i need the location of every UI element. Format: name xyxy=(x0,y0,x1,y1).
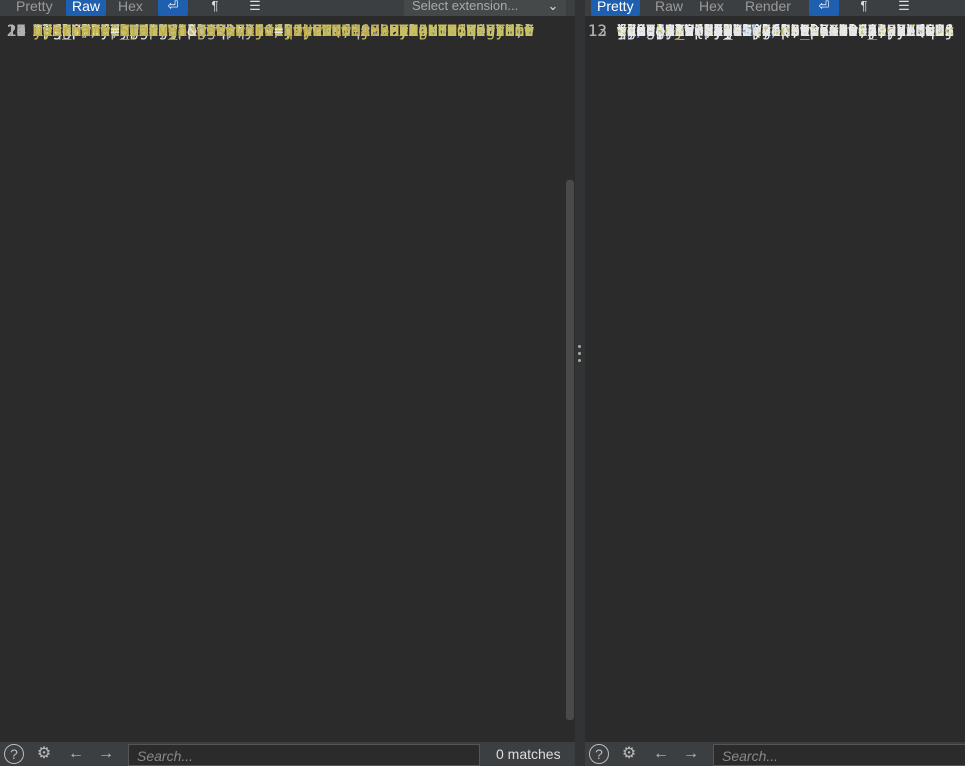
response-editor[interactable]: <span style="color: #007700"> ]&nbsp;==&… xyxy=(585,20,965,722)
response-search-input[interactable]: Search... xyxy=(713,744,965,766)
request-scrollbar[interactable] xyxy=(565,20,575,722)
line-text: username=Starven&password=qwert123456 xyxy=(33,20,389,43)
menu-icon[interactable]: ☰ xyxy=(240,0,270,16)
back-arrow-icon[interactable]: ← xyxy=(66,744,86,764)
help-icon[interactable]: ? xyxy=(589,744,609,764)
tab-raw[interactable]: Raw xyxy=(649,0,689,16)
extension-select[interactable]: Select extension... xyxy=(404,0,540,16)
scrollbar-thumb[interactable] xyxy=(566,180,574,720)
forward-arrow-icon[interactable]: → xyxy=(681,744,701,764)
menu-icon[interactable]: ☰ xyxy=(889,0,919,16)
wrap-lines-icon[interactable]: ⏎ xyxy=(809,0,839,16)
response-bottom-bar: ? ⚙ ← → Search... xyxy=(585,742,965,766)
help-icon[interactable]: ? xyxy=(4,744,24,764)
request-toolbar: Pretty Raw Hex ⏎ ¶ ☰ Select extension...… xyxy=(0,0,575,16)
newline-toggle-icon[interactable]: ¶ xyxy=(200,0,230,16)
back-arrow-icon[interactable]: ← xyxy=(651,744,671,764)
line-number: 26 xyxy=(6,21,26,40)
param-value: Starven xyxy=(119,21,188,40)
wrap-lines-icon[interactable]: ⏎ xyxy=(158,0,188,16)
tab-hex[interactable]: Hex xyxy=(693,0,730,16)
newline-toggle-icon[interactable]: ¶ xyxy=(849,0,879,16)
forward-arrow-icon[interactable]: → xyxy=(96,744,116,764)
request-bottom-bar: ? ⚙ ← → Search... 0 matches xyxy=(0,742,575,766)
chevron-down-icon[interactable]: ⌄ xyxy=(540,0,566,16)
tab-pretty[interactable]: Pretty xyxy=(10,0,59,16)
param-name: username xyxy=(33,21,111,40)
ampersand: & xyxy=(187,21,197,40)
request-pane: Pretty Raw Hex ⏎ ¶ ☰ Select extension...… xyxy=(0,0,575,766)
line-text: flag:SYC{df185e2f-069a-4884-abbd-01 xyxy=(617,20,954,43)
pane-divider[interactable] xyxy=(575,0,585,766)
tab-raw[interactable]: Raw xyxy=(66,0,107,16)
request-editor[interactable]: 5 Accept-Language: zh-CN,zh;q=0.8,zh-TW;q=… xyxy=(0,20,575,722)
match-count: 0 matches xyxy=(496,746,561,762)
line-number: 13 xyxy=(587,21,607,40)
settings-gear-icon[interactable]: ⚙ xyxy=(34,744,54,764)
response-toolbar: Pretty Raw Hex Render ⏎ ¶ ☰ xyxy=(585,0,965,16)
response-pane: Pretty Raw Hex Render ⏎ ¶ ☰ <span style=… xyxy=(585,0,965,766)
tab-pretty[interactable]: Pretty xyxy=(591,0,640,16)
output-text: flag:SYC{df185e2f-069a-4884-abbd-01 xyxy=(617,21,955,40)
drag-handle-icon[interactable] xyxy=(578,345,582,365)
request-search-input[interactable]: Search... xyxy=(128,744,480,766)
tab-render[interactable]: Render xyxy=(739,0,797,16)
equals-sign: = xyxy=(110,21,120,40)
param-value: qwert123456 xyxy=(283,21,390,40)
tab-hex[interactable]: Hex xyxy=(112,0,149,16)
settings-gear-icon[interactable]: ⚙ xyxy=(619,744,639,764)
param-name: password xyxy=(196,21,274,40)
